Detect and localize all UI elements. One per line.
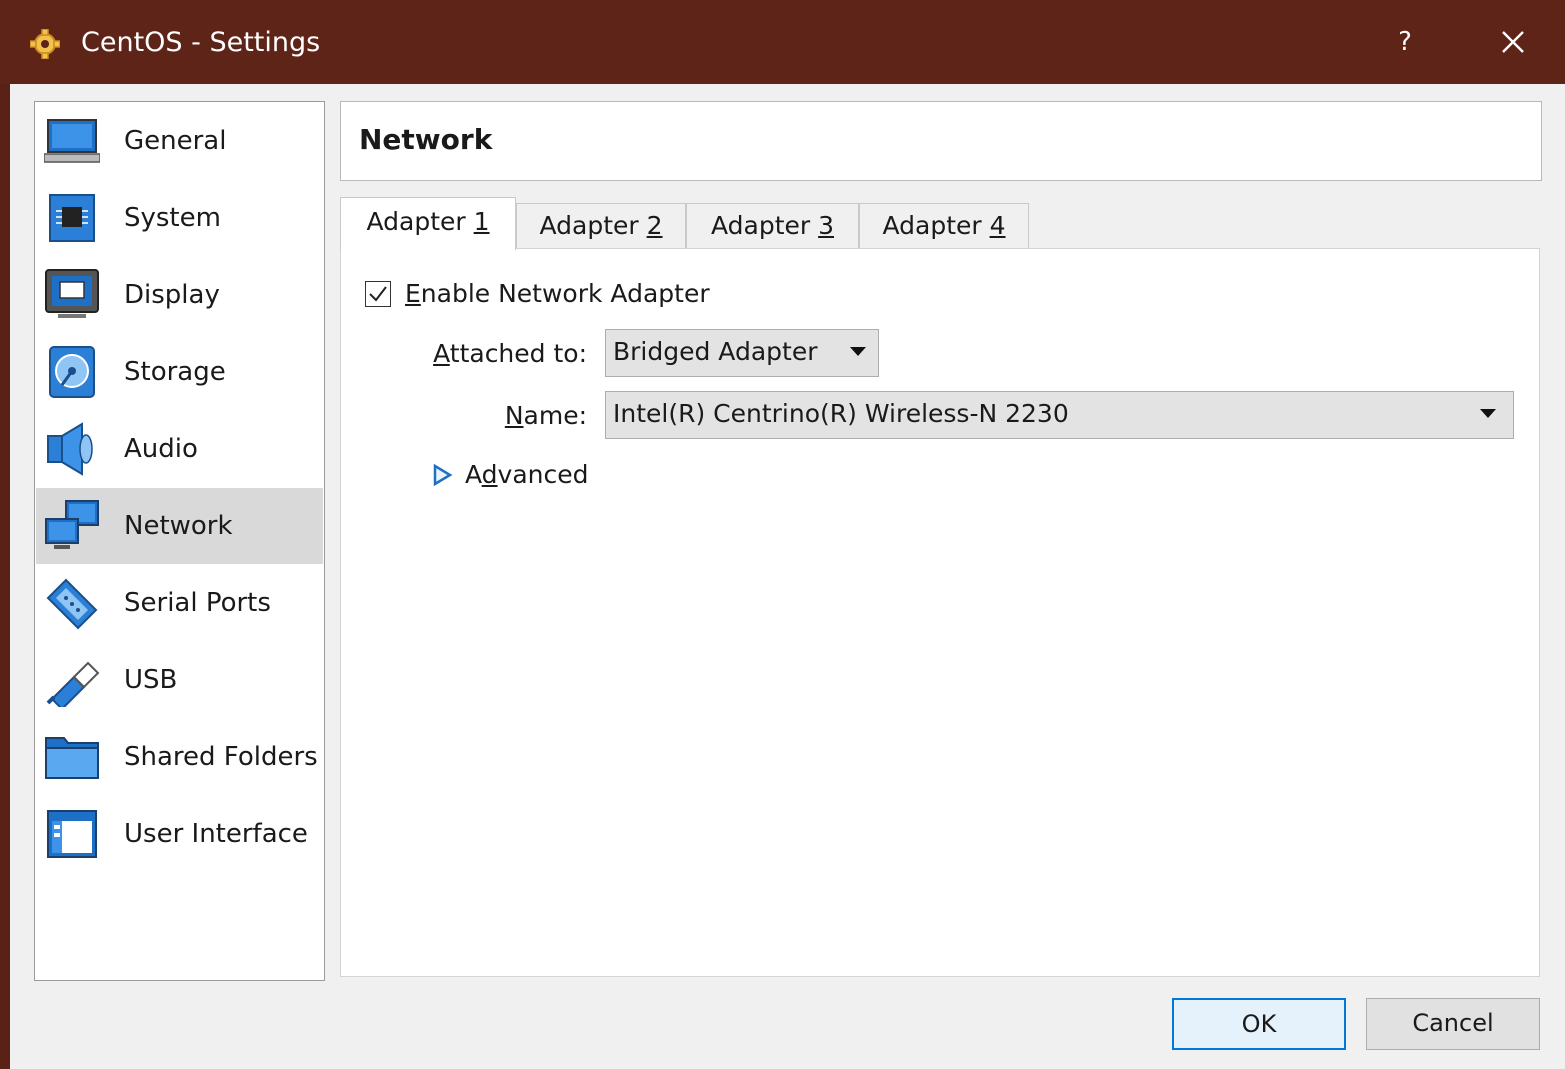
chevron-down-icon [1480,409,1496,418]
label-text: vanced [497,460,589,489]
mnemonic: d [481,460,498,489]
sidebar-item-label: Serial Ports [124,588,271,618]
serial-port-icon [46,578,98,630]
sidebar-item-shared-folders[interactable]: Shared Folders [36,719,323,795]
window-icon [47,810,97,858]
network-icon [45,500,99,549]
name-label: Name: [401,399,587,433]
sidebar-item-display[interactable]: Display [36,257,323,333]
tab-label: Adapter [366,207,474,236]
title-bar[interactable]: CentOS - Settings ? [0,0,1565,84]
tab-label: Adapter [710,211,819,240]
attached-to-value: Bridged Adapter [613,337,818,366]
ok-button[interactable]: OK [1172,998,1346,1050]
sidebar-item-label: Storage [124,357,226,387]
sidebar-item-serial-ports[interactable]: Serial Ports [36,565,323,641]
sidebar-item-general[interactable]: General [36,103,323,179]
page-header: Network [340,101,1542,181]
tab-adapter-2[interactable]: Adapter 2 [516,203,686,249]
sidebar-item-label: User Interface [124,819,308,849]
attached-to-select[interactable]: Bridged Adapter [605,329,879,377]
tab-adapter-4[interactable]: Adapter 4 [859,203,1029,249]
cancel-button[interactable]: Cancel [1366,998,1540,1050]
sidebar-item-usb[interactable]: USB [36,642,323,718]
expand-arrow-icon [433,464,453,486]
speaker-icon [47,422,93,476]
tab-mnemonic: 3 [818,211,835,240]
dialog-body: General System Display Storage Audio Net… [10,84,1565,1069]
sidebar-item-label: Audio [124,434,198,464]
chevron-down-icon [850,347,866,356]
monitor-icon [44,119,100,163]
tab-label: Adapter [882,211,990,240]
mnemonic: E [405,279,421,308]
tab-mnemonic: 2 [646,211,663,240]
checkmark-icon [369,286,387,302]
sidebar-item-label: Display [124,280,220,310]
tab-adapter-3[interactable]: Adapter 3 [686,203,859,249]
sidebar-item-audio[interactable]: Audio [36,411,323,487]
page-title: Network [359,123,493,156]
close-button[interactable] [1486,20,1540,64]
usb-icon [46,661,100,707]
folder-icon [45,737,99,779]
display-icon [45,269,99,318]
adapter-tab-panel: Enable Network Adapter Attached to: Brid… [340,248,1540,977]
adapter-name-value: Intel(R) Centrino(R) Wireless-N 2230 [613,399,1069,428]
window-title: CentOS - Settings [81,27,321,58]
disk-icon [49,346,95,398]
sidebar-item-storage[interactable]: Storage [36,334,323,410]
attached-to-label: Attached to: [401,337,587,371]
tab-adapter-1[interactable]: Adapter 1 [340,197,516,250]
label-text: ttached to: [449,339,587,368]
sidebar-item-label: General [124,126,227,156]
mnemonic: A [433,339,450,368]
help-button[interactable]: ? [1380,20,1430,64]
sidebar-item-system[interactable]: System [36,180,323,256]
sidebar-item-label: System [124,203,221,233]
adapter-name-select[interactable]: Intel(R) Centrino(R) Wireless-N 2230 [605,391,1514,439]
label-text: ame: [523,401,587,430]
gear-icon [30,29,60,59]
enable-adapter-label: Enable Network Adapter [405,277,710,311]
sidebar-item-label: Network [124,511,233,541]
settings-window: CentOS - Settings ? General System Displ… [0,0,1565,1069]
advanced-label: Advanced [465,457,589,493]
label-text: nable Network Adapter [420,279,710,308]
label-text: A [465,460,482,489]
sidebar-item-label: Shared Folders [124,742,318,772]
close-icon [1502,31,1524,53]
settings-sidebar: General System Display Storage Audio Net… [34,101,325,981]
sidebar-item-network[interactable]: Network [36,488,323,564]
sidebar-item-user-interface[interactable]: User Interface [36,796,323,872]
mnemonic: N [504,401,524,430]
chip-icon [49,194,95,242]
tab-label: Adapter [539,211,647,240]
tab-mnemonic: 1 [473,207,490,236]
sidebar-item-label: USB [124,665,178,695]
tab-mnemonic: 4 [989,211,1006,240]
enable-adapter-checkbox[interactable] [365,281,391,307]
